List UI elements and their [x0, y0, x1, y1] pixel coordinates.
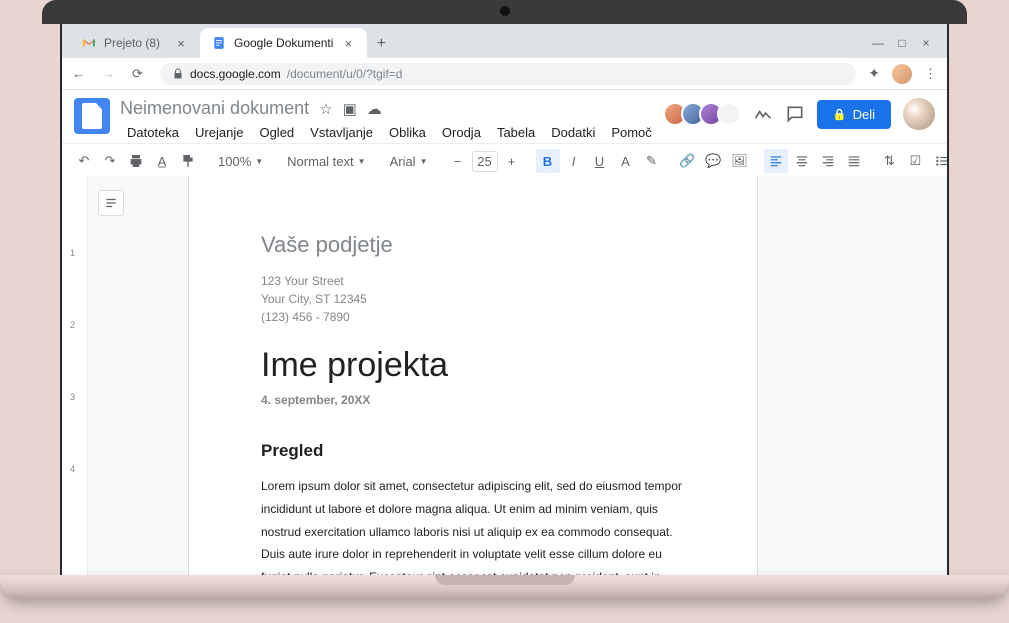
paragraph-style-dropdown[interactable]: Normal text▼: [281, 154, 371, 169]
extensions-icon[interactable]: ✦: [868, 65, 880, 82]
italic-button[interactable]: I: [562, 149, 586, 173]
font-size-decrease[interactable]: −: [446, 149, 470, 173]
menu-table[interactable]: Tabela: [490, 122, 542, 143]
document-page[interactable]: Vaše podjetje 123 Your Street Your City,…: [188, 176, 758, 575]
insert-link-button[interactable]: 🔗: [676, 149, 700, 173]
project-title: Ime projekta: [261, 346, 685, 385]
print-button[interactable]: [124, 149, 148, 173]
gmail-icon: [82, 36, 96, 50]
browser-menu-icon[interactable]: ⋮: [924, 66, 937, 82]
browser-tab-docs[interactable]: Google Dokumenti ×: [200, 28, 367, 58]
font-size-input[interactable]: 25: [472, 151, 498, 172]
browser-tab-strip: Prejeto (8) × Google Dokumenti × + — □ ×: [62, 24, 947, 58]
address-bar: ← → ⟳ docs.google.com/document/u/0/?tgif…: [62, 58, 947, 90]
redo-button[interactable]: ↷: [98, 149, 122, 173]
close-icon[interactable]: ×: [174, 36, 188, 50]
account-avatar-icon[interactable]: [903, 98, 935, 130]
underline-button[interactable]: U: [588, 149, 612, 173]
font-size-increase[interactable]: +: [500, 149, 524, 173]
tab-label: Prejeto (8): [104, 36, 160, 50]
company-name: Vaše podjetje: [261, 232, 685, 258]
close-icon[interactable]: ×: [341, 36, 355, 50]
url-host: docs.google.com: [190, 67, 281, 81]
align-left-button[interactable]: [764, 149, 788, 173]
zoom-dropdown[interactable]: 100%▼: [212, 154, 269, 169]
align-right-button[interactable]: [816, 149, 840, 173]
text-color-button[interactable]: A: [614, 149, 638, 173]
insert-image-button[interactable]: 🖼: [728, 149, 752, 173]
bulleted-list-button[interactable]: [930, 149, 950, 173]
window-controls: — □ ×: [873, 28, 939, 58]
new-tab-button[interactable]: +: [367, 30, 395, 58]
star-icon[interactable]: ☆: [319, 100, 332, 118]
menu-file[interactable]: Datoteka: [120, 122, 186, 143]
docs-logo-icon[interactable]: [74, 98, 110, 134]
back-icon[interactable]: ←: [72, 66, 88, 82]
line-spacing-button[interactable]: ⇅: [878, 149, 902, 173]
checklist-button[interactable]: ☑: [904, 149, 928, 173]
body-paragraph: Lorem ipsum dolor sit amet, consectetur …: [261, 475, 685, 575]
menu-edit[interactable]: Urejanje: [188, 122, 250, 143]
document-date: 4. september, 20XX: [261, 393, 685, 407]
move-icon[interactable]: ▣: [343, 100, 357, 118]
activity-icon[interactable]: [753, 104, 773, 124]
collaborator-avatar-icon: [717, 102, 741, 126]
cloud-saved-icon: ☁: [367, 100, 382, 118]
docs-icon: [212, 36, 226, 50]
minimize-icon[interactable]: —: [873, 38, 883, 48]
menu-insert[interactable]: Vstavljanje: [303, 122, 380, 143]
presence-avatars[interactable]: [669, 102, 741, 126]
formatting-toolbar: ↶ ↷ A̲ 100%▼ Normal text▼ Arial▼ − 25 + …: [62, 143, 947, 179]
document-canvas: 1 2 3 4 Vaše podjetje 123 Your Street Yo…: [62, 176, 947, 575]
menu-tools[interactable]: Orodja: [435, 122, 488, 143]
reload-icon[interactable]: ⟳: [132, 66, 148, 82]
section-heading: Pregled: [261, 441, 685, 461]
maximize-icon[interactable]: □: [897, 38, 907, 48]
title-block: Neimenovani dokument ☆ ▣ ☁ Datoteka Urej…: [120, 98, 659, 143]
url-field[interactable]: docs.google.com/document/u/0/?tgif=d: [160, 63, 856, 85]
menu-view[interactable]: Ogled: [252, 122, 301, 143]
paint-format-button[interactable]: [176, 149, 200, 173]
laptop-frame: Prejeto (8) × Google Dokumenti × + — □ ×…: [0, 0, 1009, 623]
share-button[interactable]: Deli: [817, 100, 891, 129]
profile-avatar-icon[interactable]: [892, 64, 912, 84]
align-center-button[interactable]: [790, 149, 814, 173]
comments-icon[interactable]: [785, 104, 805, 124]
menu-help[interactable]: Pomoč: [604, 122, 658, 143]
webcam-notch: [500, 6, 510, 16]
docs-header: Neimenovani dokument ☆ ▣ ☁ Datoteka Urej…: [62, 90, 947, 143]
tab-label: Google Dokumenti: [234, 36, 333, 50]
address-line: (123) 456 - 7890: [261, 308, 685, 326]
share-label: Deli: [853, 107, 875, 122]
browser-tab-gmail[interactable]: Prejeto (8) ×: [70, 28, 200, 58]
screen: Prejeto (8) × Google Dokumenti × + — □ ×…: [60, 24, 949, 575]
lock-icon: [172, 68, 184, 80]
document-title[interactable]: Neimenovani dokument: [120, 98, 309, 119]
url-path: /document/u/0/?tgif=d: [287, 67, 403, 81]
menu-bar: Datoteka Urejanje Ogled Vstavljanje Obli…: [120, 122, 659, 143]
laptop-base: [0, 575, 1009, 599]
spellcheck-button[interactable]: A̲: [150, 149, 174, 173]
nav-controls: ← → ⟳: [72, 66, 148, 82]
address-line: 123 Your Street: [261, 272, 685, 290]
menu-addons[interactable]: Dodatki: [544, 122, 602, 143]
align-justify-button[interactable]: [842, 149, 866, 173]
browser-actions: ✦ ⋮: [868, 64, 937, 84]
bold-button[interactable]: B: [536, 149, 560, 173]
undo-button[interactable]: ↶: [72, 149, 96, 173]
forward-icon[interactable]: →: [102, 66, 118, 82]
header-right: Deli: [669, 98, 935, 130]
address-line: Your City, ST 12345: [261, 290, 685, 308]
font-dropdown[interactable]: Arial▼: [384, 154, 434, 169]
outline-toggle-button[interactable]: [98, 190, 124, 216]
menu-format[interactable]: Oblika: [382, 122, 433, 143]
close-window-icon[interactable]: ×: [921, 38, 931, 48]
vertical-ruler[interactable]: 1 2 3 4: [62, 176, 88, 575]
insert-comment-button[interactable]: 💬: [702, 149, 726, 173]
highlight-button[interactable]: ✎: [640, 149, 664, 173]
